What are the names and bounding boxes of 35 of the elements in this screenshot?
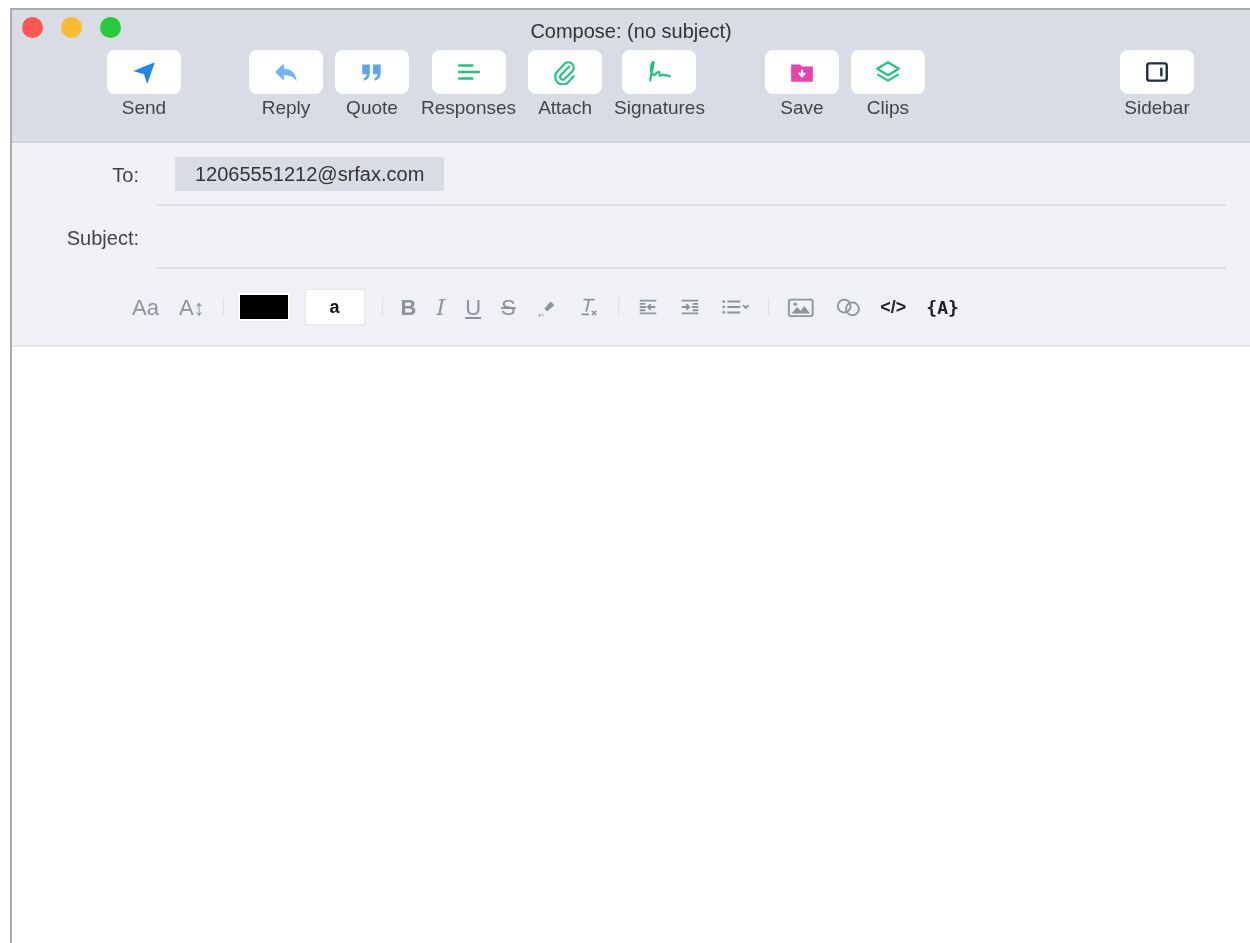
save-button[interactable] (764, 50, 839, 94)
address-field[interactable]: 12065551212@srfax.com (157, 143, 1226, 206)
image-icon (787, 296, 815, 318)
reply-button[interactable] (249, 50, 323, 94)
window-title: Compose: (no subject) (530, 20, 732, 42)
field-label: To: (111, 162, 140, 188)
close-window-button[interactable] (22, 17, 43, 38)
toolbar-label[interactable]: Clips (866, 97, 909, 120)
sidebar-button[interactable] (1120, 50, 1194, 94)
responses-button[interactable] (431, 50, 506, 94)
send-button[interactable] (107, 50, 181, 94)
layers-icon (874, 59, 901, 85)
field-label: Subject: (65, 225, 140, 251)
zoom-window-button[interactable] (100, 17, 121, 38)
toolbar-label[interactable]: Attach (538, 97, 592, 120)
linked-rings-icon (834, 296, 861, 318)
toolbar-label[interactable]: Send (121, 97, 167, 120)
toolbar-label[interactable]: Sidebar (1124, 97, 1190, 120)
text-color-button[interactable] (237, 293, 290, 321)
signature-icon (646, 59, 673, 85)
variable-button[interactable]: {A} (916, 293, 969, 321)
attach-button[interactable] (528, 50, 603, 94)
paper-plane-icon (131, 59, 157, 85)
toolbar-label[interactable]: Save (780, 97, 824, 120)
background-color-button[interactable]: a (305, 290, 364, 324)
toolbar-label[interactable]: Responses (421, 97, 517, 120)
toolbar-label[interactable]: Quote (346, 97, 398, 120)
signature-button[interactable] (622, 50, 697, 94)
clips-button[interactable] (850, 50, 925, 94)
quote-button[interactable] (335, 50, 409, 94)
toolbar-label[interactable]: Reply (261, 97, 311, 120)
toolbar-label[interactable]: Signatures (614, 97, 705, 120)
sidebar-panel-icon (1144, 59, 1170, 85)
code-button[interactable]: </> (870, 293, 917, 321)
recipient-chip[interactable]: 12065551212@srfax.com (175, 156, 445, 191)
